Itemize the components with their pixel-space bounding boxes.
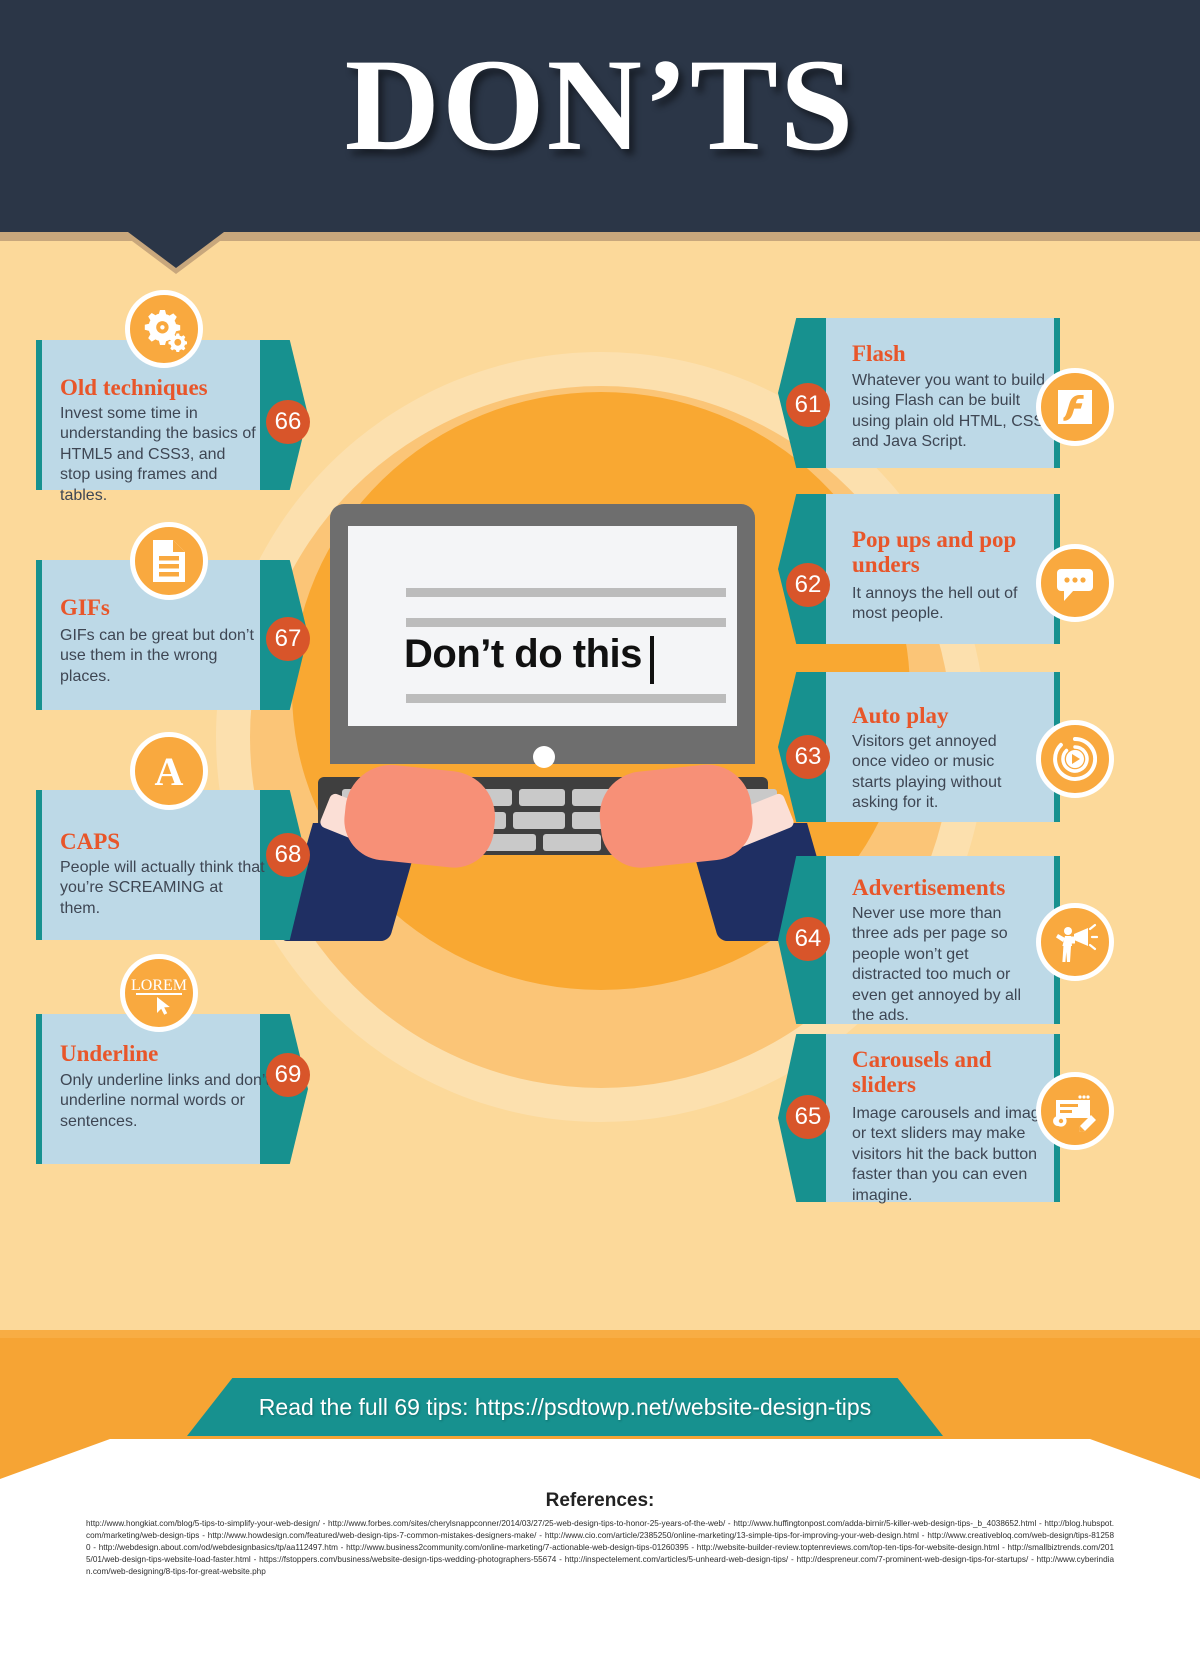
text-caret — [650, 636, 654, 684]
tip-badge-66: 66 — [266, 400, 310, 444]
card-left-edge — [36, 340, 42, 490]
tip-badge-61: 61 — [786, 383, 830, 427]
lorem-label: LOREM — [131, 977, 187, 994]
lorem-underline-cursor-icon: LOREM — [120, 954, 198, 1032]
tip-badge-65: 65 — [786, 1095, 830, 1139]
card-left-edge — [36, 790, 42, 940]
card-text: Never use more than three ads per page s… — [852, 905, 1022, 1025]
keyboard-key — [519, 789, 565, 806]
infographic-page: DON’TS Don’t do this Old techniques Inve… — [0, 0, 1200, 1679]
card-title: Pop ups and pop unders — [852, 527, 1017, 577]
screen-text-line — [406, 694, 726, 703]
screen-text-line — [406, 618, 726, 627]
monitor-power-dot — [533, 746, 555, 768]
card-title: Flash — [852, 341, 906, 366]
card-left-edge — [36, 1014, 42, 1164]
card-title: Old techniques — [60, 375, 208, 400]
read-more-link[interactable]: Read the full 69 tips: https://psdtowp.n… — [259, 1394, 871, 1421]
monitor: Don’t do this — [330, 504, 755, 764]
card-title: Auto play — [852, 703, 949, 728]
tip-card-68[interactable]: CAPS People will actually think that you… — [36, 790, 308, 940]
tip-badge-67: 67 — [266, 617, 310, 661]
references-heading: References: — [545, 1490, 655, 1511]
header-notch — [128, 232, 224, 268]
flash-logo-icon — [1036, 368, 1114, 446]
card-title: GIFs — [60, 595, 110, 620]
card-left-edge — [36, 560, 42, 710]
letter-a-icon: A — [130, 732, 208, 810]
card-text: People will actually think that you’re S… — [60, 859, 265, 917]
keyboard-key — [513, 812, 565, 829]
page-title: DON’TS — [344, 31, 856, 178]
document-icon — [130, 522, 208, 600]
speech-bubble-icon — [1036, 544, 1114, 622]
references-list: http://www.hongkiat.com/blog/5-tips-to-s… — [86, 1519, 1114, 1576]
card-title: Underline — [60, 1041, 159, 1066]
card-text: Invest some time in understanding the ba… — [60, 405, 256, 504]
tip-badge-63: 63 — [786, 735, 830, 779]
slider-editor-icon — [1036, 1072, 1114, 1150]
tip-card-69[interactable]: Underline Only underline links and don’t… — [36, 1014, 308, 1164]
card-title: Carousels and sliders — [852, 1047, 992, 1097]
tip-badge-62: 62 — [786, 563, 830, 607]
card-text: Visitors get annoyed once video or music… — [852, 733, 1002, 812]
card-title: CAPS — [60, 829, 121, 854]
right-hand — [595, 760, 757, 872]
tip-badge-68: 68 — [266, 833, 310, 877]
card-title: Advertisements — [852, 875, 1006, 900]
tip-badge-69: 69 — [266, 1053, 310, 1097]
monitor-screen: Don’t do this — [348, 526, 737, 726]
gears-icon — [125, 290, 203, 368]
keyboard-key — [543, 834, 601, 851]
play-button-icon — [1036, 720, 1114, 798]
tip-badge-64: 64 — [786, 917, 830, 961]
svg-text:A: A — [155, 749, 184, 793]
card-text: GIFs can be great but don’t use them in … — [60, 627, 254, 685]
card-text: Image carousels and image or text slider… — [852, 1105, 1049, 1204]
card-text: It annoys the hell out of most people. — [852, 585, 1018, 623]
card-text: Whatever you want to build using Flash c… — [852, 372, 1045, 451]
megaphone-person-icon — [1036, 903, 1114, 981]
read-more-banner[interactable]: Read the full 69 tips: https://psdtowp.n… — [187, 1378, 943, 1436]
card-text: Only underline links and don’t underline… — [60, 1072, 270, 1130]
screen-headline: Don’t do this — [404, 632, 642, 676]
screen-text-line — [406, 588, 726, 597]
